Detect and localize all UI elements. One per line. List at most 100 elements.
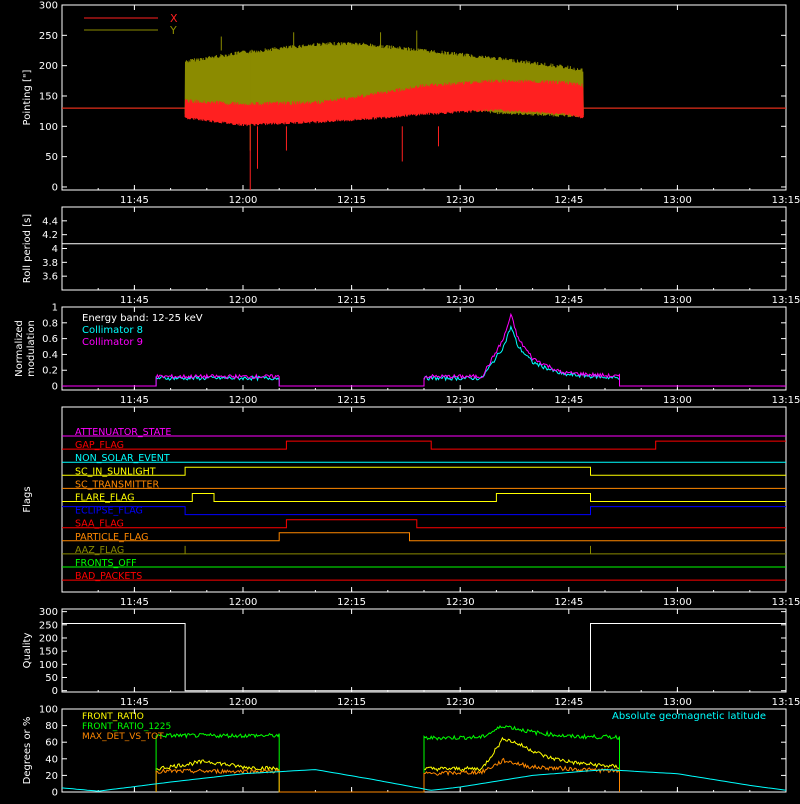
y-tick-label: 0.8 [42,318,58,329]
panel-5-frame [61,608,787,693]
y-tick-label: 40 [45,754,58,765]
panel-2-frame [61,206,787,291]
x-tick-label: 12:45 [554,597,583,608]
y-tick-label: 20 [45,771,58,782]
y-tick-label: 0 [52,382,58,393]
x-tick-label: 13:00 [663,597,692,608]
x-tick-label: 13:15 [772,195,800,206]
x-tick-label: 12:15 [337,295,366,306]
flag-eclipse_flag-line [62,506,786,516]
flag-gap_flag-line [62,440,786,450]
flag-bad_packets-label: BAD_PACKETS [75,571,142,582]
flag-saa_flag-label: SAA_FLAG [75,519,124,530]
x-tick-label: 13:15 [772,597,800,608]
series-collimator-8-line [62,324,786,387]
y-tick-label: 3.8 [42,258,58,269]
quality-line [62,623,786,692]
x-tick-label: 12:00 [229,597,258,608]
x-tick-label: 11:45 [120,697,149,708]
legend-Y-label: Y [169,24,177,37]
y-tick-label: 3.6 [42,272,58,283]
x-tick-label: 13:00 [663,295,692,306]
legend-label: Collimator 9 [82,337,143,348]
x-tick-label: 12:30 [446,697,475,708]
flag-aaz_flag-line [62,545,786,555]
y-tick-label: 0 [52,182,58,193]
chart-figure: 11:45 12:00 12:15 12:30 12:45 13:00 13:15 0 50 10… [0,0,800,800]
legend-label: FRONT_RATIO_1225 [82,722,171,732]
series-front-ratio-line [155,736,620,793]
y-axis-label: Pointing ["] [22,69,33,125]
x-tick-label: 13:00 [663,395,692,406]
x-tick-label: 12:30 [446,597,475,608]
y-tick-label: 250 [39,620,58,631]
y-tick-label: 0.2 [42,366,58,377]
flag-eclipse_flag-label: ECLIPSE_FLAG [75,506,143,517]
flag-attenuator_state-label: ATTENUATOR_STATE [75,427,171,438]
x-tick-label: 12:15 [337,395,366,406]
y-tick-label: 300 [39,1,58,12]
legend-geomagnetic-label: Absolute geomagnetic latitude [612,711,766,722]
y-tick-label: 0.6 [42,334,58,345]
y-axis-label: Roll period [s] [22,214,33,283]
y-tick-label: 80 [45,721,58,732]
x-tick-label: 12:30 [446,295,475,306]
x-tick-label: 11:45 [120,195,149,206]
y-tick-label: 100 [39,705,58,716]
y-tick-label: 200 [39,61,58,72]
y-tick-label: 250 [39,31,58,42]
y-tick-label: 100 [39,122,58,133]
flag-sc_in_sunlight-label: SC_IN_SUNLIGHT [75,466,156,477]
flag-sc_in_sunlight-line [62,466,786,476]
y-tick-label: 150 [39,647,58,658]
x-tick-label: 11:45 [120,295,149,306]
x-tick-label: 12:15 [337,697,366,708]
y-tick-label: 0 [52,686,58,697]
x-tick-label: 13:15 [772,295,800,306]
y-tick-label: 100 [39,660,58,671]
y-tick-label: 300 [39,607,58,618]
x-tick-label: 12:30 [446,195,475,206]
y-axis-label: Normalized [14,320,25,377]
flag-particle_flag-label: PARTICLE_FLAG [75,532,148,543]
x-tick-label: 12:00 [229,395,258,406]
flag-saa_flag-line [62,519,786,529]
legend-label: Collimator 8 [82,325,143,336]
x-tick-label: 12:45 [554,697,583,708]
x-tick-label: 12:45 [554,395,583,406]
y-tick-label: 4 [52,244,58,255]
y-tick-label: 50 [45,673,58,684]
y-axis-label: modulation [26,320,37,377]
x-tick-label: 12:30 [446,395,475,406]
y-tick-label: 50 [45,152,58,163]
y-tick-label: 200 [39,633,58,644]
y-tick-label: 150 [39,91,58,102]
x-tick-label: 11:45 [120,395,149,406]
x-tick-label: 12:45 [554,295,583,306]
chart-canvas: 11:45 12:00 12:15 12:30 12:45 13:00 13:1505010… [14,1,800,799]
y-tick-label: 4.4 [42,216,58,227]
x-tick-label: 12:00 [229,195,258,206]
flag-flare_flag-label: FLARE_FLAG [75,493,135,504]
x-tick-label: 12:15 [337,597,366,608]
x-tick-label: 11:45 [120,597,149,608]
y-axis-label: Quality [22,633,33,669]
flag-fronts_off-label: FRONTS_OFF [75,558,137,569]
x-tick-label: 12:45 [554,195,583,206]
series-collimator-9-line [62,312,786,387]
x-tick-label: 12:00 [229,697,258,708]
x-tick-label: 13:15 [772,395,800,406]
flag-sc_transmitter-label: SC_TRANSMITTER [75,479,160,490]
legend-label: MAX_DET_VS_TOT [82,732,164,742]
y-axis-label: Degrees or % [22,717,33,785]
x-tick-label: 12:15 [337,195,366,206]
x-tick-label: 13:00 [663,195,692,206]
x-tick-label: 12:00 [229,295,258,306]
flag-particle_flag-line [62,532,786,542]
flag-aaz_flag-label: AAZ_FLAG [75,545,124,556]
y-tick-label: 1 [52,303,58,314]
legend-title: Energy band: 12-25 keV [82,313,203,324]
y-axis-label: Flags [22,486,33,512]
legend-label: FRONT_RATIO [82,712,144,722]
flag-gap_flag-label: GAP_FLAG [75,440,124,451]
